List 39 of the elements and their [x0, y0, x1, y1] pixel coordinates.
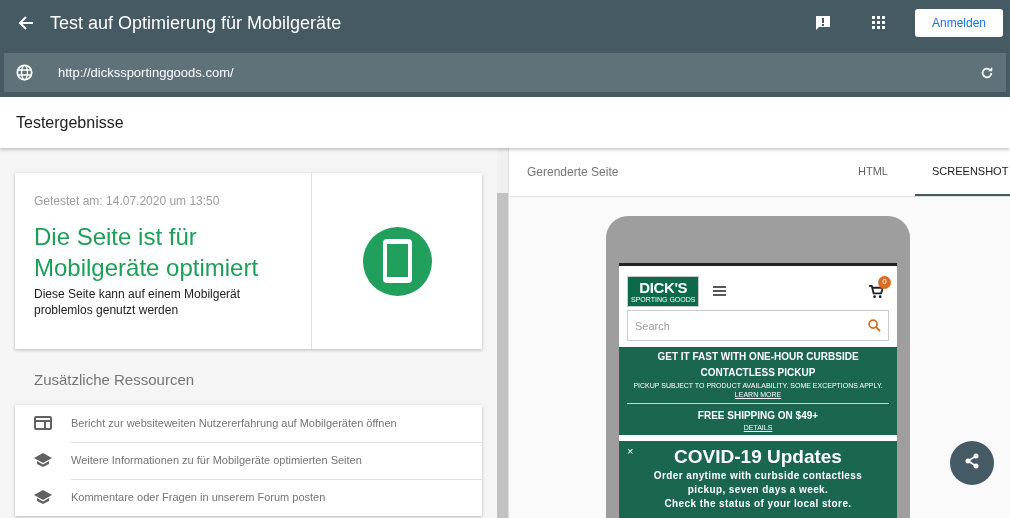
feedback-icon: [814, 14, 832, 32]
scrollbar[interactable]: [497, 148, 508, 518]
feedback-button[interactable]: [813, 13, 833, 33]
mobile-phone-icon: [362, 226, 432, 296]
result-description: Diese Seite kann auf einem Mobilgerät problemlos genutzt werden: [34, 286, 242, 318]
share-icon: [964, 453, 980, 469]
menu-icon[interactable]: [713, 286, 727, 296]
covid-text: Order anytime with curbside contactless: [653, 469, 863, 483]
graduation-cap-icon: [33, 452, 53, 468]
shipping-headline: FREE SHIPPING ON $49+: [697, 409, 819, 423]
resources-title: Zusätzliche Ressourcen: [34, 370, 196, 390]
graduation-cap-icon: [33, 489, 53, 505]
preview-title: Gerenderte Seite: [527, 164, 619, 181]
apps-grid-icon: [872, 16, 886, 30]
resource-link[interactable]: Kommentare oder Fragen in unserem Forum posten: [71, 489, 326, 506]
resource-link[interactable]: Bericht zur websiteweiten Nutzererfahrung auf Mobilgeräten öffnen: [71, 414, 397, 432]
preview-tab[interactable]: SCREENSHOT: [915, 148, 1010, 196]
store-search-field[interactable]: Search: [627, 310, 889, 341]
refresh-icon[interactable]: [980, 65, 994, 80]
cart-count-badge: 0: [878, 275, 891, 289]
covid-text: Check the status of your local store.: [664, 497, 852, 511]
search-icon: [868, 319, 881, 332]
resource-link[interactable]: Weitere Informationen zu für Mobilgeräte optimierten Seiten: [71, 452, 362, 469]
test-date: Getestet am: 14.07.2020 um 13:50: [34, 193, 221, 210]
web-page-icon: [34, 416, 52, 430]
covid-text: pickup, seven days a week.: [687, 483, 829, 497]
result-headline: Die Seite ist für Mobilgeräte optimiert: [34, 222, 260, 283]
url-field[interactable]: http://dickssportinggoods.com/: [4, 53, 1006, 92]
back-arrow-icon: [18, 15, 34, 31]
globe-icon: [16, 64, 33, 81]
close-button[interactable]: ×: [627, 446, 634, 457]
sign-in-button[interactable]: Anmelden: [915, 9, 1003, 37]
covid-title: COVID-19 Updates: [674, 445, 842, 469]
page-title: Test auf Optimierung für Mobilgeräte: [50, 11, 342, 35]
cart-icon[interactable]: [868, 283, 883, 299]
preview-tab[interactable]: HTML: [841, 148, 905, 196]
share-button[interactable]: [950, 441, 994, 485]
promo-headline: GET IT FAST WITH ONE-HOUR CURBSIDE CONTACTLESS PICKUP: [656, 350, 860, 380]
section-title: Testergebnisse: [16, 112, 124, 133]
